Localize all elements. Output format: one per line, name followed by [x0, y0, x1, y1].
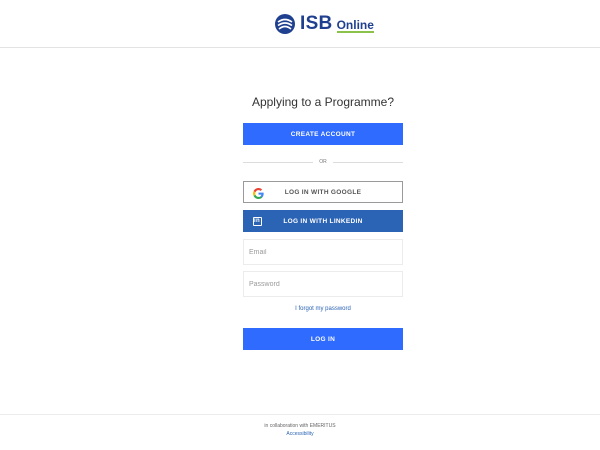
forgot-password-link[interactable]: I forgot my password	[243, 306, 403, 312]
login-button[interactable]: LOG IN	[243, 328, 403, 350]
footer: in collaboration with EMERITUS Accessibi…	[0, 414, 600, 450]
logo-text-online: Online	[336, 17, 374, 33]
linkedin-login-label: LOG IN WITH LINKEDIN	[283, 217, 363, 225]
accessibility-link[interactable]: Accessibility	[0, 431, 600, 437]
google-icon	[252, 187, 264, 199]
isb-logo-icon	[275, 14, 295, 34]
linkedin-icon: in	[252, 216, 262, 226]
isb-online-logo[interactable]: ISB Online	[274, 12, 374, 36]
email-input[interactable]	[243, 239, 403, 265]
create-account-label: CREATE ACCOUNT	[290, 130, 356, 138]
google-login-button[interactable]: LOG IN WITH GOOGLE	[243, 181, 403, 203]
create-account-button[interactable]: CREATE ACCOUNT	[243, 123, 403, 145]
linkedin-login-button[interactable]: in LOG IN WITH LINKEDIN	[243, 210, 403, 232]
password-input[interactable]	[243, 271, 403, 297]
header: ISB Online	[0, 0, 600, 48]
collaboration-text: in collaboration with EMERITUS	[264, 423, 336, 429]
divider-line-right	[333, 162, 403, 163]
or-divider: OR	[243, 157, 403, 167]
page-heading: Applying to a Programme?	[251, 95, 395, 109]
login-label: LOG IN	[310, 335, 336, 343]
google-login-label: LOG IN WITH GOOGLE	[284, 188, 362, 196]
logo-text-isb: ISB	[300, 13, 333, 34]
